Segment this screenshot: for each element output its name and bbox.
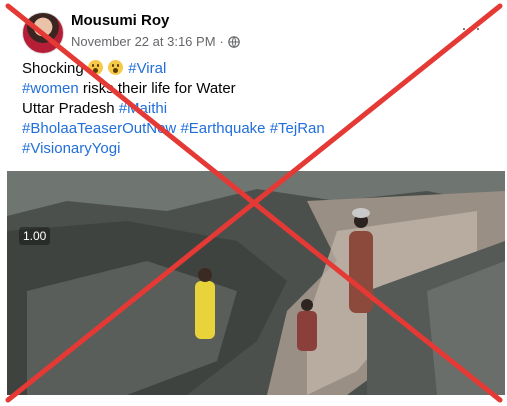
hashtag-link[interactable]: #Maithi [119,100,167,117]
hashtag-link[interactable]: #women [22,80,79,97]
text-line-3: Uttar Pradesh #Maithi [22,99,325,119]
hashtag-link[interactable]: #TejRan [270,120,325,137]
surprised-emoji-icon [87,60,103,75]
meta-separator: · [219,34,224,49]
more-options-icon[interactable]: ··· [461,18,482,39]
post-meta: November 22 at 3:16 PM · [71,34,240,49]
text-fragment: risks their life for Water [78,80,236,97]
video-frame [7,171,505,395]
hashtag-link[interactable]: #VisionaryYogi [22,140,120,157]
text-line-1: Shocking #Viral [22,59,325,79]
text-line-4: #BholaaTeaserOutNow #Earthquake #TejRan [22,119,325,139]
hashtag-link[interactable]: #BholaaTeaserOutNow [22,120,176,137]
globe-icon [228,35,240,48]
hashtag-link[interactable]: #Earthquake [180,120,265,137]
playback-speed[interactable]: 1.00 [19,227,51,245]
text-line-5: #VisionaryYogi [22,139,325,159]
text-line-2: #women risks their life for Water [22,79,325,99]
facebook-post: Mousumi Roy November 22 at 3:16 PM · ···… [0,0,507,406]
author-name[interactable]: Mousumi Roy [71,12,169,29]
text-fragment: Uttar Pradesh [22,100,119,117]
video-player[interactable]: 1.00 [7,171,505,395]
text-word: Shocking [22,60,84,77]
post-header: Mousumi Roy November 22 at 3:16 PM · ··· [20,8,490,54]
timestamp[interactable]: November 22 at 3:16 PM [71,34,216,49]
post-text: Shocking #Viral #women risks their life … [22,59,325,159]
avatar[interactable] [22,12,64,54]
hashtag-link[interactable]: #Viral [128,60,166,77]
surprised-emoji-icon [108,60,124,75]
